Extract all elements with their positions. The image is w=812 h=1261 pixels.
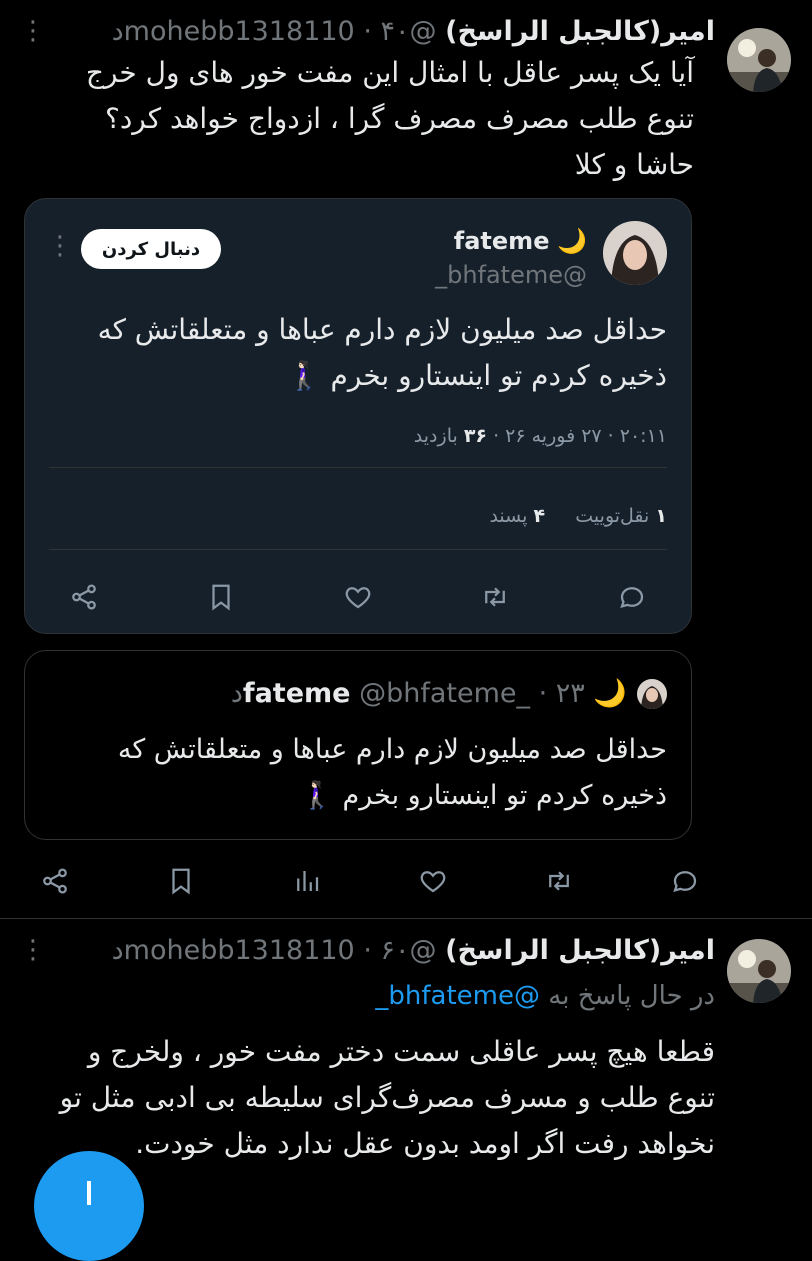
avatar[interactable] (727, 939, 791, 1003)
embedded-name[interactable]: 🌙 fateme (454, 227, 587, 255)
quoted-header: 🌙 fateme @bhfateme_ · ۲۳د (230, 678, 627, 709)
author-name[interactable]: امیر(کالجبل الراسخ) (445, 935, 715, 966)
moon-icon: 🌙 (593, 678, 627, 709)
reply-icon[interactable] (670, 858, 700, 904)
divider (49, 467, 667, 468)
retweet-icon[interactable] (544, 858, 574, 904)
quoted-author-handle: @bhfateme_ (359, 678, 530, 709)
more-options-icon[interactable]: ⋮ (20, 18, 46, 44)
more-options-icon[interactable]: ⋮ (47, 233, 73, 259)
share-icon[interactable] (40, 858, 70, 904)
heart-icon[interactable] (343, 573, 373, 621)
follow-button[interactable]: دنبال کردن (81, 229, 221, 269)
bookmark-icon[interactable] (166, 858, 196, 904)
tweet-text: قطعا هیچ پسر عاقلی سمت دختر مفت خور ، ول… (59, 1035, 715, 1160)
bookmark-icon[interactable] (206, 573, 236, 621)
views-icon[interactable] (292, 858, 322, 904)
reply-icon[interactable] (617, 573, 647, 621)
embedded-time: ۲۰:۱۱ (619, 425, 667, 447)
like-count[interactable]: ۴ (533, 505, 545, 527)
quoted-text: حداقل صد میلیون لازم دارم عباها و متعلقا… (117, 734, 667, 811)
tweet-2[interactable]: امیر(کالجبل الراسخ) @mohebb1318110 · ۶۰د… (0, 919, 812, 1261)
embedded-stats: ۱ نقل‌توییت ۴ پسند (489, 505, 667, 527)
replying-handle[interactable]: @bhfateme_ (375, 981, 540, 1011)
avatar[interactable] (603, 221, 667, 285)
views-label: بازدید (413, 425, 458, 447)
heart-icon[interactable] (418, 858, 448, 904)
plus-icon (87, 1181, 91, 1205)
replying-to: در حال پاسخ به @bhfateme_ (375, 981, 715, 1011)
retweet-count[interactable]: ۱ (655, 505, 667, 527)
avatar (637, 679, 667, 709)
share-icon[interactable] (69, 573, 99, 621)
embedded-tweet-card[interactable]: 🌙 fateme @bhfateme_ دنبال کردن ⋮ حداقل ص… (24, 198, 692, 634)
tweet-text: آیا یک پسر عاقل با امثال این مفت خور های… (85, 56, 694, 181)
tweet-header: امیر(کالجبل الراسخ) @mohebb1318110 · ۶۰د (111, 935, 715, 966)
avatar[interactable] (727, 28, 791, 92)
author-name[interactable]: امیر(کالجبل الراسخ) (445, 16, 715, 47)
quoted-tweet-card[interactable]: 🌙 fateme @bhfateme_ · ۲۳د حداقل صد میلیو… (24, 650, 692, 840)
replying-label: در حال پاسخ به (548, 981, 715, 1011)
quoted-author-name: fateme (242, 678, 351, 709)
retweet-icon[interactable] (480, 573, 510, 621)
tweet-1[interactable]: امیر(کالجبل الراسخ) @mohebb1318110 · ۴۰د… (0, 0, 812, 918)
moon-icon: 🌙 (557, 227, 587, 255)
divider (49, 549, 667, 550)
more-options-icon[interactable]: ⋮ (20, 937, 46, 963)
retweet-label[interactable]: نقل‌توییت (575, 505, 649, 527)
embedded-actions (49, 573, 667, 621)
embedded-handle[interactable]: @bhfateme_ (435, 261, 587, 289)
embedded-meta: ۲۰:۱۱ · ۲۷ فوریه ۲۶ · ۳۶ بازدید (413, 425, 667, 447)
views-count: ۳۶ (463, 425, 488, 447)
tweet-header: امیر(کالجبل الراسخ) @mohebb1318110 · ۴۰د (111, 16, 715, 47)
tweet-actions (40, 858, 700, 904)
like-label[interactable]: پسند (489, 505, 527, 527)
embedded-date: ۲۷ فوریه ۲۶ (505, 425, 602, 447)
compose-button[interactable] (34, 1151, 144, 1261)
embedded-text: حداقل صد میلیون لازم دارم عباها و متعلقا… (97, 313, 667, 392)
